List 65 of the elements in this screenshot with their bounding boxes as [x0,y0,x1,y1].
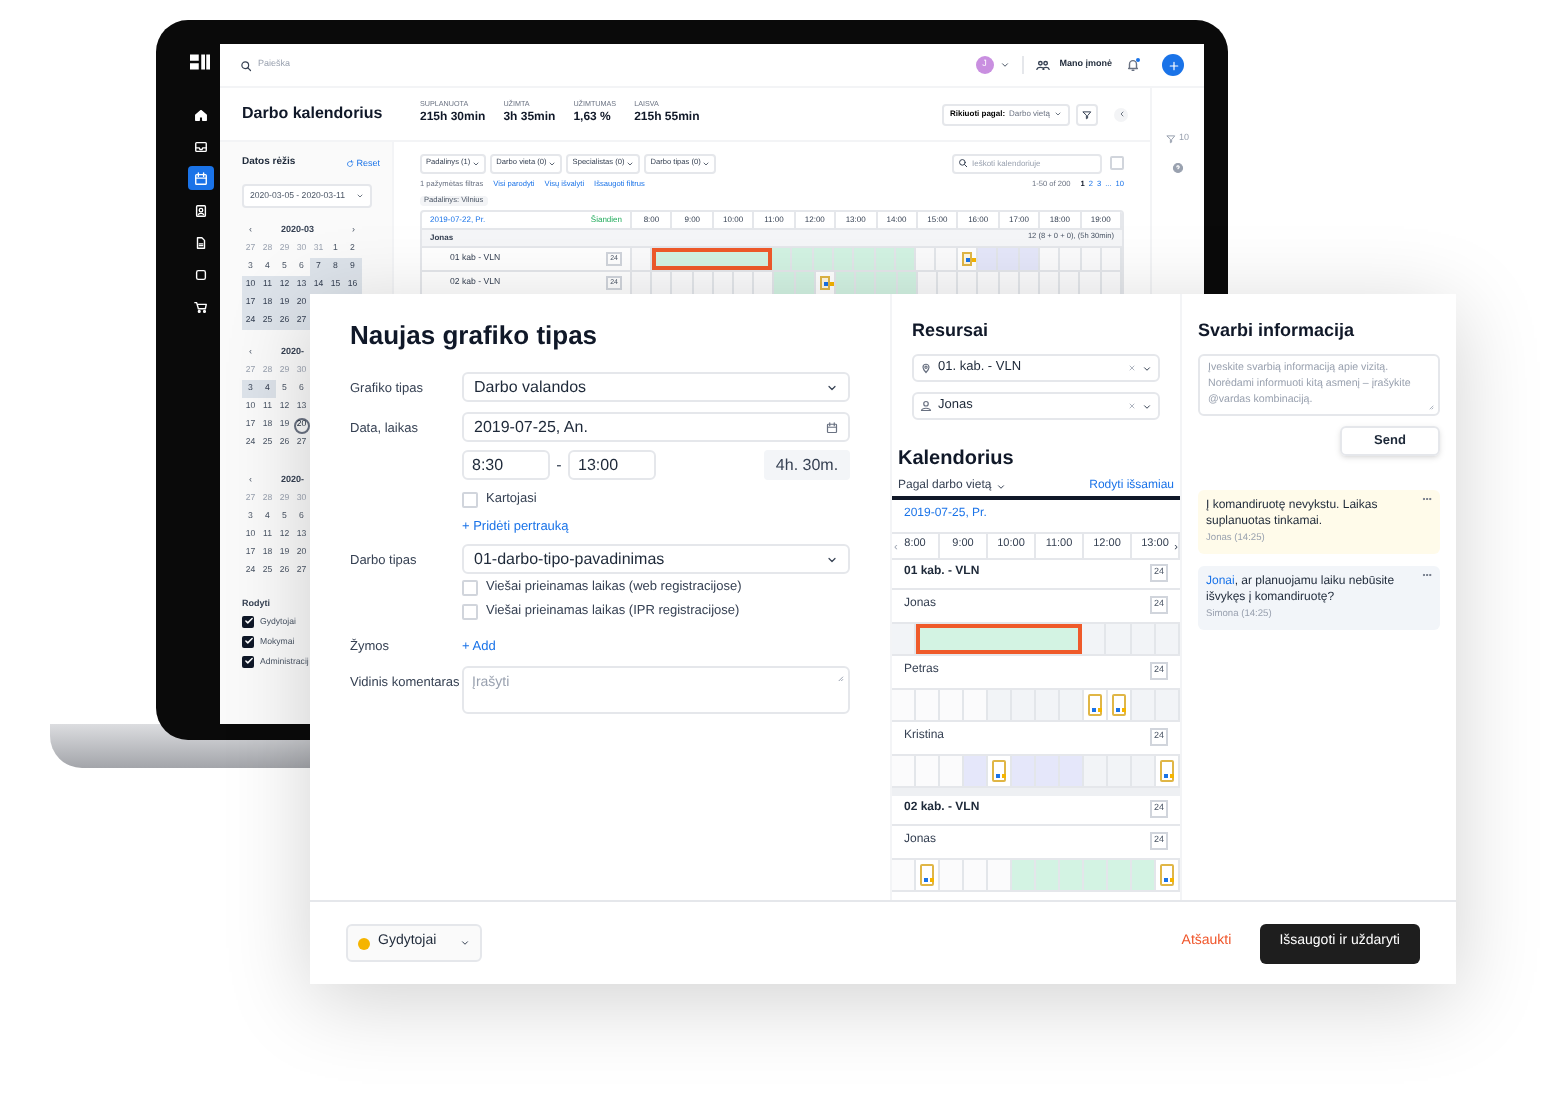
event-marker[interactable] [992,759,1006,781]
reset-icon [346,160,355,168]
time-slot[interactable] [749,248,773,270]
section-title: Svarbi informacija [1198,318,1357,342]
calendar-icon [193,171,207,185]
section-title: Kalendorius [898,446,1016,470]
logo-icon [190,54,210,70]
page-title: Darbo kalendorius [242,102,385,126]
chevron-down-icon [995,481,1006,491]
clear-icon [1128,402,1136,410]
plus-icon [1167,59,1179,71]
checkbox[interactable] [462,580,478,596]
schedule-type-select[interactable]: Darbo valandos [462,372,850,402]
add-button[interactable] [1162,54,1184,76]
help-icon [1172,161,1184,174]
time-slot[interactable] [916,623,943,653]
end-time-field[interactable]: 13:00 [568,450,656,480]
event-marker[interactable] [819,276,831,290]
event-marker[interactable] [961,252,973,266]
section-title: Resursai [912,318,991,342]
chevron-down-icon [1142,363,1152,373]
chevron-down-icon [826,381,838,393]
start-time-field[interactable]: 8:30 [462,450,550,480]
home-icon [193,107,207,121]
dialog-title: Naujas grafiko tipas [350,318,600,354]
document-icon [193,235,207,249]
date-field[interactable]: 2019-07-25, An. [462,412,850,442]
time-slot[interactable] [1055,623,1082,653]
checkbox[interactable] [462,492,478,508]
chevron-down-icon [999,60,1010,70]
event-marker[interactable] [1112,693,1126,715]
resize-handle-icon [834,671,844,682]
filter-icon [1166,133,1177,144]
event-marker[interactable] [1088,693,1102,715]
select-value: 01-darbo-tipo-pavadinimas [474,547,665,571]
checkbox[interactable] [1110,156,1124,170]
search-icon [958,158,968,168]
person-icon [920,400,932,412]
event-marker[interactable] [1160,759,1174,781]
duration-display: 4h. 30m. [764,450,850,480]
contact-card-icon [193,203,207,217]
filter-button[interactable] [1076,103,1098,125]
clear-icon [1128,364,1136,372]
chevron-down-icon [826,553,838,565]
time-slot[interactable] [652,248,676,270]
event-marker[interactable] [1160,863,1174,885]
date-value: 2019-07-25, An. [474,415,588,439]
work-type-select[interactable]: 01-darbo-tipo-pavadinimas [462,544,850,574]
chevron-down-icon [1142,401,1152,411]
chevron-down-icon [460,938,471,948]
time-separator: - [554,453,564,477]
filter-icon [1082,109,1092,119]
square-icon [193,267,207,281]
location-pin-icon [920,362,932,374]
inbox-icon [193,139,207,153]
select-value: Darbo valandos [474,375,587,399]
search-icon [240,59,252,71]
collapse-button[interactable] [1114,107,1128,121]
bell-icon[interactable] [1126,58,1140,72]
checkbox[interactable] [462,604,478,620]
people-icon [1035,58,1050,72]
calendar-icon [826,421,838,433]
cart-icon [193,299,207,313]
nav-button[interactable] [184,162,216,194]
event-marker[interactable] [920,863,934,885]
